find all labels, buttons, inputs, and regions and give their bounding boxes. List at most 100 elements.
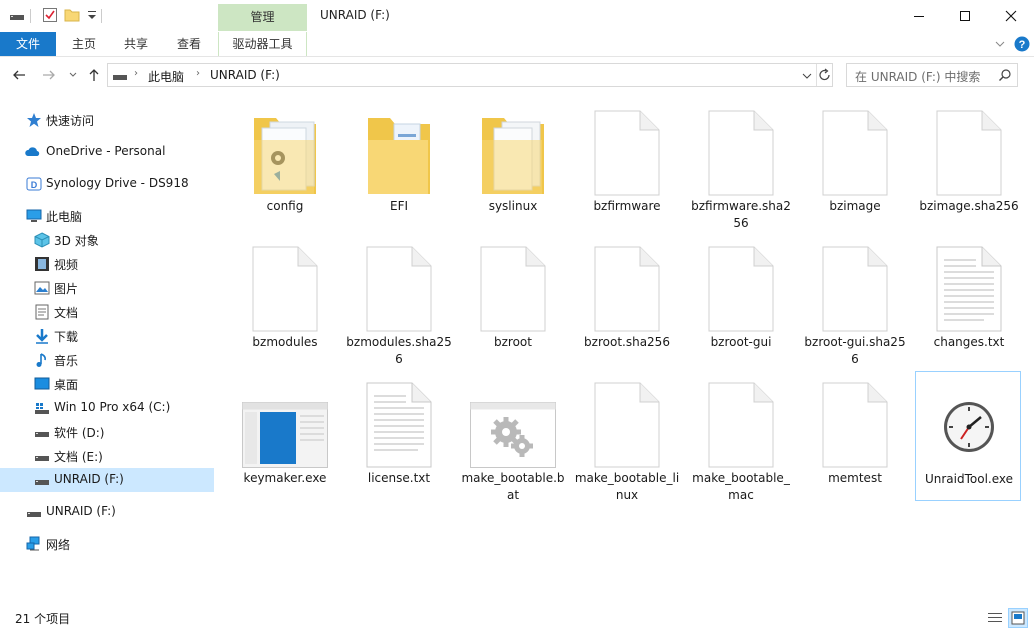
nav-network[interactable]: 网络 — [0, 532, 214, 556]
nav-drive-d[interactable]: 软件 (D:) — [0, 420, 214, 444]
breadcrumb-unraid[interactable]: UNRAID (F:) — [210, 68, 280, 82]
nav-label: Synology Drive - DS918 — [46, 176, 189, 190]
nav-drive-e[interactable]: 文档 (E:) — [0, 444, 214, 468]
maximize-button[interactable] — [942, 0, 988, 32]
blank-file-icon — [805, 376, 905, 468]
minimize-button[interactable] — [896, 0, 942, 32]
search-input[interactable]: 在 UNRAID (F:) 中搜索 — [846, 63, 1018, 87]
expand-ribbon-button[interactable] — [994, 38, 1006, 50]
tab-home[interactable]: 主页 — [64, 32, 104, 56]
file-name: bzroot.sha256 — [584, 335, 670, 349]
folder-pages-icon — [463, 104, 563, 196]
file-item-bzfirmware-sha256[interactable]: bzfirmware.sha256 — [688, 96, 794, 230]
file-item-bzfirmware[interactable]: bzfirmware — [574, 96, 680, 226]
file-item-make-bootable-linux[interactable]: make_bootable_linux — [574, 368, 680, 502]
file-name: UnraidTool.exe — [924, 472, 1014, 486]
file-item-bzroot-gui-sha256[interactable]: bzroot-gui.sha256 — [802, 232, 908, 366]
nav-pictures[interactable]: 图片 — [0, 276, 214, 300]
file-name: bzfirmware — [593, 199, 661, 213]
file-item-bzroot[interactable]: bzroot — [460, 232, 566, 362]
nav-label: 桌面 — [54, 378, 79, 392]
file-item-efi[interactable]: EFI — [346, 96, 452, 226]
refresh-button[interactable] — [817, 67, 833, 83]
file-name: EFI — [389, 199, 409, 213]
nav-quick-access[interactable]: 快速访问 — [0, 108, 214, 132]
file-item-bzroot-gui[interactable]: bzroot-gui — [688, 232, 794, 362]
file-item-make-bootable-mac[interactable]: make_bootable_mac — [688, 368, 794, 502]
computer-icon — [26, 208, 42, 224]
nav-unraid[interactable]: UNRAID (F:) — [0, 500, 214, 524]
nav-drive-c[interactable]: Win 10 Pro x64 (C:) — [0, 396, 214, 420]
close-button[interactable] — [988, 0, 1034, 32]
arrow-up-icon — [89, 69, 99, 81]
file-item-bzmodules[interactable]: bzmodules — [232, 232, 338, 362]
nav-music[interactable]: 音乐 — [0, 348, 214, 372]
file-name: bzroot-gui — [710, 335, 772, 349]
file-item-unraidtool-exe[interactable]: UnraidTool.exe — [915, 371, 1021, 501]
nav-onedrive[interactable]: OneDrive - Personal — [0, 140, 214, 164]
file-item-syslinux[interactable]: syslinux — [460, 96, 566, 226]
tab-drive-tools[interactable]: 驱动器工具 — [218, 32, 307, 56]
nav-downloads[interactable]: 下载 — [0, 324, 214, 348]
up-button[interactable] — [85, 66, 103, 84]
address-bar[interactable]: › 此电脑 › UNRAID (F:) — [107, 63, 833, 87]
file-item-bzroot-sha256[interactable]: bzroot.sha256 — [574, 232, 680, 362]
address-row: › 此电脑 › UNRAID (F:) 在 UNRAID (F:) 中搜索 — [0, 57, 1034, 92]
music-note-icon — [34, 352, 50, 368]
nav-label: UNRAID (F:) — [46, 504, 116, 518]
drive-icon — [26, 504, 42, 520]
nav-synology[interactable]: D Synology Drive - DS918 — [0, 172, 214, 196]
address-history-button[interactable] — [802, 70, 812, 84]
file-item-config[interactable]: config — [232, 96, 338, 226]
item-count: 21 个项目 — [15, 612, 71, 626]
film-icon — [34, 256, 50, 272]
file-item-license-txt[interactable]: license.txt — [346, 368, 452, 498]
tab-file[interactable]: 文件 — [0, 32, 56, 56]
blank-file-icon — [691, 104, 791, 196]
nav-label: 文档 — [54, 306, 79, 320]
recent-locations-button[interactable] — [64, 66, 82, 84]
file-name: bzmodules.sha256 — [346, 335, 452, 366]
help-button[interactable]: ? — [1014, 36, 1030, 52]
nav-desktop[interactable]: 桌面 — [0, 372, 214, 396]
file-item-bzimage[interactable]: bzimage — [802, 96, 908, 226]
file-item-keymaker-exe[interactable]: keymaker.exe — [232, 368, 338, 498]
customize-toolbar-icon[interactable] — [84, 7, 100, 23]
exe-window-icon — [235, 376, 335, 468]
file-item-bzmodules-sha256[interactable]: bzmodules.sha256 — [346, 232, 452, 366]
blank-file-icon — [577, 240, 677, 332]
cube-3d-icon — [34, 232, 50, 248]
tab-manage[interactable]: 管理 — [218, 4, 307, 31]
minimize-icon — [914, 16, 924, 17]
breadcrumb-this-pc[interactable]: 此电脑 — [148, 68, 184, 85]
nav-documents[interactable]: 文档 — [0, 300, 214, 324]
tab-share[interactable]: 共享 — [116, 32, 156, 56]
nav-3d-objects[interactable]: 3D 对象 — [0, 228, 214, 252]
file-grid: config EFI syslinux bzfirmware bzfirmwar… — [230, 96, 1030, 596]
file-name: license.txt — [367, 471, 431, 485]
toolbar-divider — [101, 9, 102, 23]
toolbar-divider — [30, 9, 31, 23]
forward-button[interactable] — [40, 66, 58, 84]
file-item-bzimage-sha256[interactable]: bzimage.sha256 — [916, 96, 1022, 226]
nav-label: 网络 — [46, 538, 71, 552]
blank-file-icon — [919, 104, 1019, 196]
file-item-changes-txt[interactable]: changes.txt — [916, 232, 1022, 362]
nav-this-pc[interactable]: 此电脑 — [0, 204, 214, 228]
file-name: bzmodules — [252, 335, 318, 349]
back-button[interactable] — [10, 66, 28, 84]
large-icons-view-button[interactable] — [1008, 608, 1028, 628]
tab-view[interactable]: 查看 — [169, 32, 209, 56]
help-icon: ? — [1014, 36, 1030, 52]
details-view-button[interactable] — [987, 610, 1003, 629]
star-icon — [26, 112, 42, 128]
clock-app-icon — [919, 377, 1019, 469]
new-folder-icon[interactable] — [64, 7, 80, 23]
nav-drive-f[interactable]: UNRAID (F:) — [0, 468, 214, 492]
search-placeholder: 在 UNRAID (F:) 中搜索 — [855, 70, 981, 84]
file-item-memtest[interactable]: memtest — [802, 368, 908, 498]
nav-label: 视频 — [54, 258, 79, 272]
file-item-make-bootable-bat[interactable]: make_bootable.bat — [460, 368, 566, 502]
nav-videos[interactable]: 视频 — [0, 252, 214, 276]
properties-icon[interactable] — [42, 7, 58, 23]
